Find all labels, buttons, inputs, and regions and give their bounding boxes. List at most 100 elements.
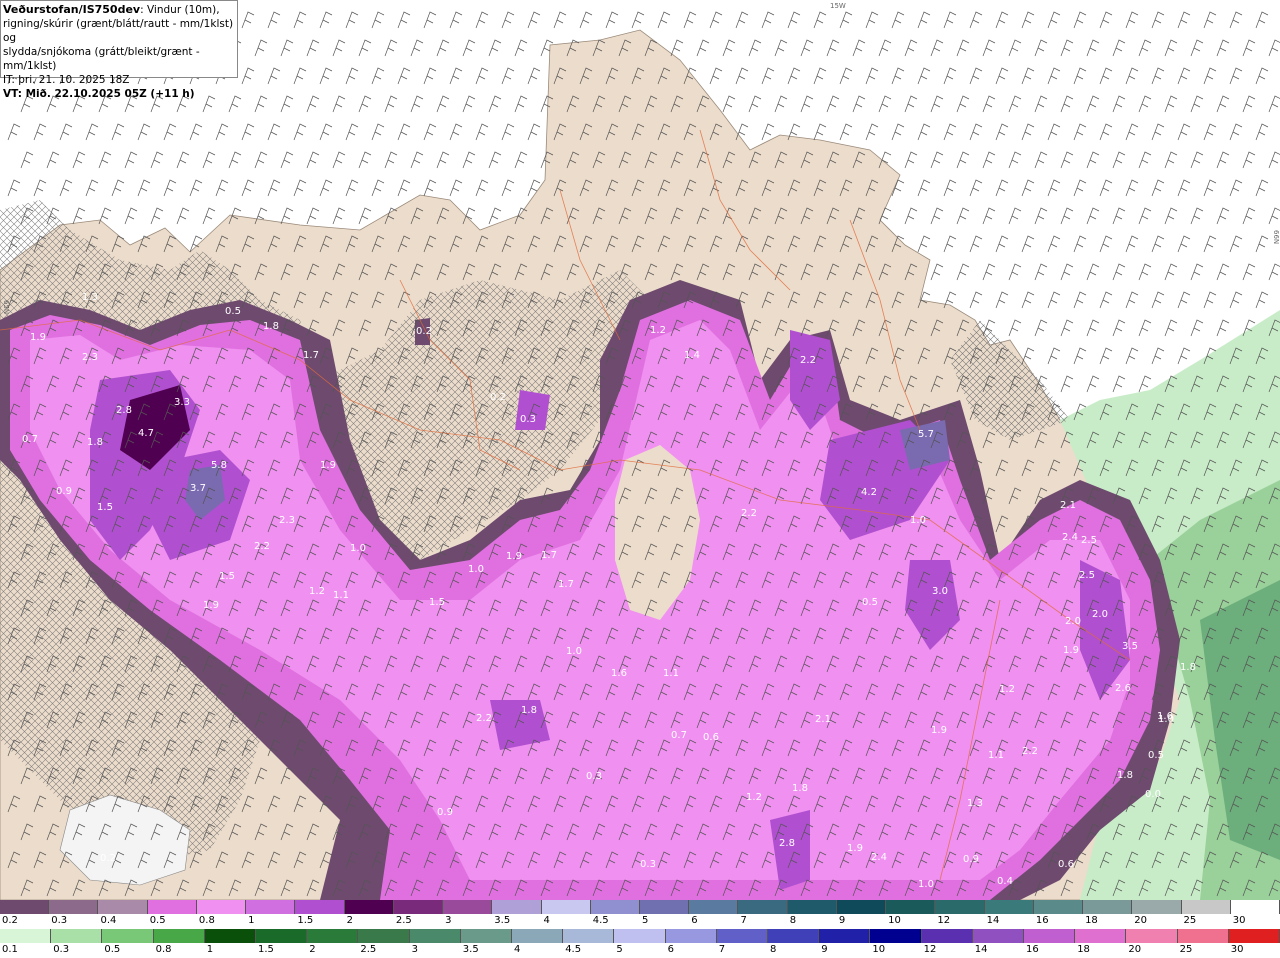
legend-swatch xyxy=(49,900,99,914)
title-bold: Veðurstofan/IS750dev xyxy=(3,3,141,16)
legend-swatch xyxy=(640,900,690,914)
precip-value-label: 1.0 xyxy=(566,646,582,657)
precip-value-label: 1.5 xyxy=(219,571,235,582)
title-line: Veðurstofan/IS750dev: Vindur (10m), xyxy=(3,3,235,17)
title-rest: : Vindur (10m), xyxy=(140,4,220,16)
legend-swatch xyxy=(921,929,973,943)
precip-value-label: 1.1 xyxy=(333,590,349,601)
legend-snow-labels: 0.2 0.3 0.4 0.5 0.8 1 1.5 2 2.5 3 3.5 4 4.5 5 6 7 8 9 10 12… xyxy=(0,915,1280,928)
legend-label: 16 xyxy=(1035,915,1049,926)
precip-value-label: 1.0 xyxy=(468,564,484,575)
precip-value-label: 2.3 xyxy=(279,515,295,526)
precip-value-label: 1.9 xyxy=(203,600,219,611)
precip-value-label: 1.8 xyxy=(1180,662,1196,673)
precip-value-label: 1.9 xyxy=(320,460,336,471)
legend-swatch xyxy=(590,900,640,914)
legend-swatch xyxy=(51,929,103,943)
legend-swatch xyxy=(102,929,154,943)
legend-swatch xyxy=(492,900,542,914)
legend-swatch xyxy=(1126,929,1178,943)
precip-value-label: 3.5 xyxy=(1122,641,1138,652)
legend-label: 0.2 xyxy=(2,915,18,926)
precip-value-label: 1.5 xyxy=(429,597,445,608)
legend-swatch xyxy=(1230,900,1280,914)
precip-value-label: 1.9 xyxy=(1063,645,1079,656)
legend-swatch xyxy=(738,900,788,914)
legend-swatch xyxy=(153,929,205,943)
legend-label: 1.5 xyxy=(258,944,274,955)
precip-value-label: 1.6 xyxy=(611,668,627,679)
precip-value-label: 1.5 xyxy=(97,502,113,513)
legend-swatch xyxy=(460,929,512,943)
precip-value-label: 0.2 xyxy=(490,392,506,403)
precip-value-label: 4.2 xyxy=(861,487,877,498)
legend-label: 14 xyxy=(974,944,988,955)
legend-label: 0.5 xyxy=(104,944,121,955)
precip-value-label: 2.0 xyxy=(1065,616,1081,627)
legend-label: 16 xyxy=(1026,944,1039,955)
legend-swatch xyxy=(307,929,359,943)
legend-label: 0.5 xyxy=(149,915,166,926)
weather-map: 15W 66N 65N 1.3 1.9 2.3 0.5 1.8 1.7 2.8 3.3 4.7 0… xyxy=(0,0,1280,900)
subtitle-line-2: rigning/skúrir (grænt/blátt/rautt - mm/1… xyxy=(3,18,234,44)
legend-label: 3 xyxy=(445,915,452,926)
precip-value-label: 2.4 xyxy=(871,852,887,863)
legend-label: 2 xyxy=(346,915,353,926)
legend-label: 9 xyxy=(838,915,846,926)
legend-swatch xyxy=(512,929,564,943)
legend-swatch xyxy=(204,929,256,943)
legend-label: 6 xyxy=(691,915,698,926)
legend-swatch xyxy=(563,929,615,943)
precip-value-label: 0.6 xyxy=(703,732,719,743)
legend-label: 20 xyxy=(1134,915,1148,926)
legend-label: 0.8 xyxy=(155,944,172,955)
legend-swatch xyxy=(1075,929,1127,943)
legend-label: 18 xyxy=(1085,915,1098,926)
coord-label: 66N xyxy=(1272,230,1280,244)
legend-label: 4 xyxy=(514,944,521,955)
legend-swatch xyxy=(935,900,985,914)
legend-label: 12 xyxy=(923,944,937,955)
precip-value-label: 0.5 xyxy=(862,597,878,608)
legend-label: 0.8 xyxy=(198,915,215,926)
precip-value-label: 2.1 xyxy=(1060,500,1076,511)
precip-value-label: 1.1 xyxy=(663,668,679,679)
legend-label: 0.3 xyxy=(51,915,68,926)
precip-value-label: 1.7 xyxy=(541,550,557,561)
legend-label: 0.3 xyxy=(53,944,70,955)
precip-value-label: 2.5 xyxy=(1081,535,1097,546)
legend-label: 1.5 xyxy=(297,915,314,926)
precip-value-label: 1.2 xyxy=(309,586,325,597)
precip-value-label: 1.4 xyxy=(684,350,700,361)
coord-label: 65N xyxy=(2,300,10,314)
precip-value-label: 1.8 xyxy=(521,705,537,716)
legend-label: 8 xyxy=(770,944,777,955)
legend-label: 12 xyxy=(937,915,951,926)
precip-value-label: 1.2 xyxy=(650,325,666,336)
precip-value-label: 2.2 xyxy=(741,508,757,519)
precip-value-label: 1.0 xyxy=(350,543,366,554)
legend-label: 2 xyxy=(309,944,316,955)
legend-swatch xyxy=(1228,929,1280,943)
legend-label: 10 xyxy=(872,944,886,955)
legend-swatch xyxy=(147,900,197,914)
legend-swatch xyxy=(1177,929,1229,943)
legend-label: 0.4 xyxy=(100,915,117,926)
legend-label: 2.5 xyxy=(395,915,412,926)
legend-swatch xyxy=(196,900,247,914)
precip-value-label: 1.9 xyxy=(506,551,522,562)
legend-swatch xyxy=(358,929,410,943)
legend-label: 3.5 xyxy=(494,915,511,926)
legend-swatch xyxy=(768,929,820,943)
precip-value-label: 2.2 xyxy=(254,541,270,552)
precip-value-label: 1.8 xyxy=(792,783,808,794)
legend-swatch xyxy=(819,929,871,943)
precip-value-label: 0.0 xyxy=(1145,789,1161,800)
precip-value-label: 0.9 xyxy=(437,807,453,818)
legend-label: 4.5 xyxy=(592,915,609,926)
legend-label: 18 xyxy=(1077,944,1090,955)
legend-label: 3.5 xyxy=(462,944,479,955)
legend-label: 1 xyxy=(206,944,214,955)
init-time: IT: þri. 21. 10. 2025 18Z xyxy=(3,74,130,86)
legend-label: 4.5 xyxy=(565,944,582,955)
